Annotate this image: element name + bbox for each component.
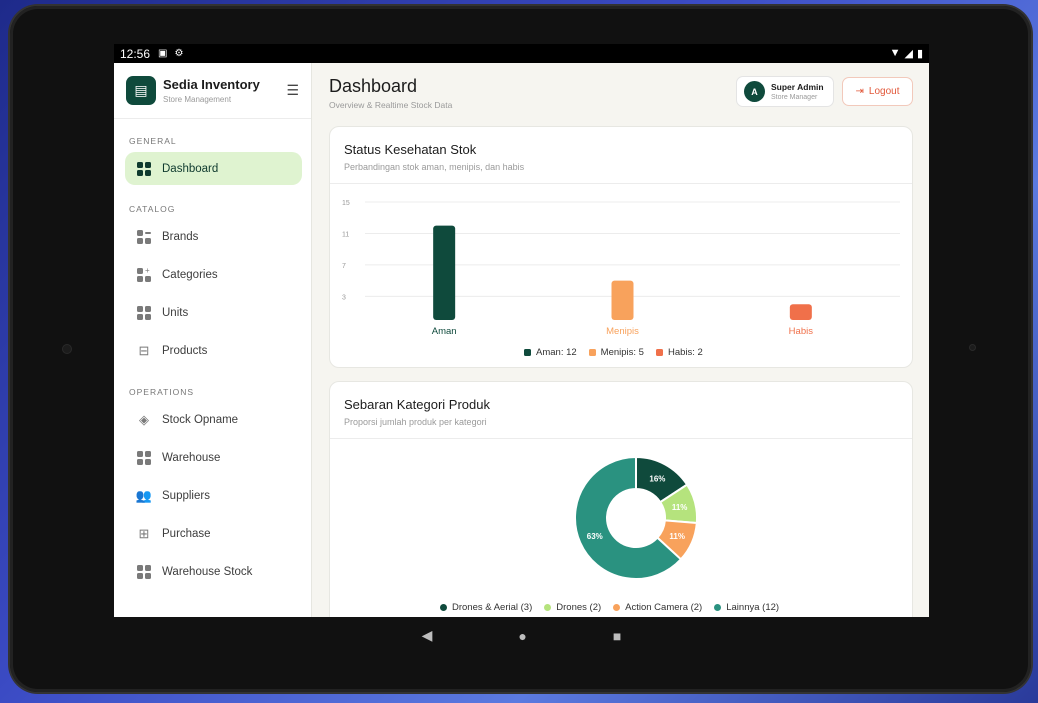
android-nav-bar: ◀ ● ■ [114, 619, 929, 652]
grid-icon [136, 450, 152, 466]
layers-icon: ◈ [139, 411, 149, 427]
card-title: Sebaran Kategori Produk [344, 397, 490, 412]
slice-percent-label: 11% [669, 532, 685, 541]
sidebar-item-label: Dashboard [162, 162, 219, 175]
sidebar-item-label: Suppliers [162, 489, 210, 502]
grid-plus-icon: + [136, 266, 152, 283]
gift-icon: ⊞ [138, 525, 150, 541]
grid-icon [136, 564, 152, 580]
collapse-sidebar-icon[interactable]: ☰ [286, 82, 299, 99]
section-catalog: CATALOG [129, 204, 176, 214]
slice-percent-label: 16% [649, 474, 665, 483]
sidebar-item-label: Stock Opname [162, 413, 239, 426]
slice-percent-label: 11% [672, 503, 688, 512]
sidebar-item-stock-opname[interactable]: ◈ Stock Opname [125, 403, 302, 436]
x-category-label: Habis [789, 326, 814, 337]
wifi-icon: ▼ [889, 47, 901, 59]
sidebar-item-warehouse-stock[interactable]: Warehouse Stock [125, 555, 302, 588]
logout-label: Logout [868, 86, 900, 97]
legend-item: Lainnya (12) [714, 602, 779, 613]
category-donut-chart: 16% 11% 11% 63% [574, 455, 698, 580]
slice-percent-label: 63% [587, 532, 603, 541]
user-role: Store Manager [771, 94, 818, 101]
battery-icon: ▮ [916, 48, 923, 60]
grid-minus-icon [136, 229, 152, 245]
brand-subtitle: Store Management [163, 95, 232, 104]
user-name: Super Admin [771, 82, 824, 92]
screen: 12:56 ▣ ⚙ ▼ ◢ ▮ ▤ Sedia Inventory Store … [114, 44, 929, 617]
sidebar-item-suppliers[interactable]: 👥 Suppliers [125, 479, 302, 512]
avatar: A [744, 81, 765, 102]
sidebar-item-categories[interactable]: + Categories [125, 258, 302, 291]
signal-icon: ◢ [904, 48, 913, 60]
settings-icon: ⚙ [174, 48, 184, 59]
recents-icon[interactable]: ■ [613, 628, 621, 644]
category-legend: Drones & Aerial (3) Drones (2) Action Ca… [440, 602, 779, 613]
logout-button[interactable]: ⇥ Logout [842, 77, 913, 106]
camera-dot [62, 344, 72, 354]
a-icon: ▣ [158, 48, 168, 59]
sidebar-item-products[interactable]: ⊟ Products [125, 334, 302, 367]
legend-item: Drones & Aerial (3) [440, 602, 532, 613]
y-tick-label: 15 [342, 200, 350, 207]
sidebar-item-label: Products [162, 344, 208, 357]
section-operations: OPERATIONS [129, 387, 195, 397]
logout-icon: ⇥ [855, 86, 864, 97]
sidebar-item-warehouse[interactable]: Warehouse [125, 441, 302, 474]
legend-item: Action Camera (2) [613, 602, 702, 613]
legend-item: Drones (2) [544, 602, 601, 613]
sidebar-item-purchase[interactable]: ⊞ Purchase [125, 517, 302, 550]
sensor-dot [969, 344, 976, 351]
card-subtitle: Proporsi jumlah produk per kategori [344, 417, 487, 427]
section-general: GENERAL [129, 136, 177, 146]
card-title: Status Kesehatan Stok [344, 142, 477, 157]
category-distribution-card: Sebaran Kategori Produk Proporsi jumlah … [329, 381, 913, 617]
x-category-label: Menipis [606, 326, 639, 337]
bar [789, 304, 812, 320]
sidebar-item-label: Units [162, 306, 189, 319]
sidebar-item-units[interactable]: Units [125, 296, 302, 329]
bar [611, 280, 634, 320]
grid-icon [136, 305, 152, 321]
main-content: Dashboard Overview & Realtime Stock Data… [313, 63, 929, 617]
sidebar-item-label: Purchase [162, 527, 211, 540]
legend-item: Aman: 12 [524, 347, 577, 358]
page-title: Dashboard [329, 76, 418, 96]
brand-name: Sedia Inventory [163, 77, 260, 92]
grid-icon [136, 161, 152, 177]
brand: ▤ Sedia Inventory Store Management ☰ [114, 63, 311, 119]
stock-health-card: Status Kesehatan Stok Perbandingan stok … [329, 126, 913, 368]
sidebar-item-brands[interactable]: Brands [125, 220, 302, 253]
bar [433, 225, 456, 320]
stock-legend: Aman: 12 Menipis: 5 Habis: 2 [524, 347, 703, 358]
store-logo-icon: ▤ [126, 76, 156, 105]
users-icon: 👥 [135, 487, 153, 503]
stock-bar-chart: 3 7 11 15 Aman Menipis Habis [342, 200, 900, 337]
status-time: 12:56 [120, 46, 151, 61]
x-category-label: Aman [432, 326, 457, 337]
sidebar-item-label: Warehouse Stock [162, 565, 253, 578]
sidebar-item-label: Categories [162, 268, 218, 281]
status-bar: 12:56 ▣ ⚙ ▼ ◢ ▮ [114, 44, 929, 63]
basket-icon: ⊟ [138, 342, 150, 358]
legend-item: Habis: 2 [655, 347, 703, 358]
y-tick-label: 7 [342, 263, 346, 270]
sidebar-item-dashboard[interactable]: Dashboard [125, 152, 302, 185]
y-tick-label: 3 [342, 294, 346, 301]
sidebar: ▤ Sedia Inventory Store Management ☰ GEN… [114, 63, 312, 617]
user-chip[interactable]: A Super Admin Store Manager [736, 76, 834, 107]
home-icon[interactable]: ● [518, 628, 526, 644]
legend-item: Menipis: 5 [588, 347, 644, 358]
sidebar-item-label: Brands [162, 230, 199, 243]
back-icon[interactable]: ◀ [422, 627, 433, 644]
sidebar-item-label: Warehouse [162, 451, 221, 464]
page-subtitle: Overview & Realtime Stock Data [329, 100, 453, 110]
y-tick-label: 11 [342, 231, 349, 238]
card-subtitle: Perbandingan stok aman, menipis, dan hab… [344, 162, 525, 172]
